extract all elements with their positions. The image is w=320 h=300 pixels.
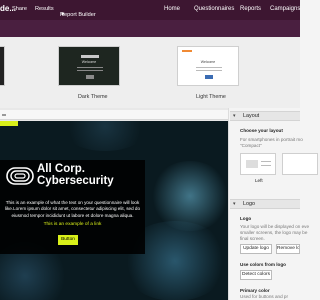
layout-option-label: Left: [255, 178, 263, 183]
accent-marker: [0, 121, 18, 126]
nav-reports[interactable]: Reports: [240, 6, 261, 12]
logo-description-2: smaller screens, the logo may be: [240, 230, 308, 235]
chevron-down-icon: ▾: [233, 201, 236, 207]
layout-description-2: "Compact": [240, 143, 262, 148]
thumbnail-button: [86, 75, 94, 79]
sub-navigation-bar: [0, 20, 300, 37]
theme-thumbnail-partial[interactable]: [0, 46, 5, 86]
layout-preview-block: [246, 160, 258, 168]
layout-section-header[interactable]: [230, 111, 300, 121]
thumbnail-text-line: [196, 67, 222, 68]
fingerprint-logo-icon: [6, 167, 34, 185]
thumbnail-logo: [182, 50, 192, 52]
logo-label: Logo: [240, 216, 252, 221]
layout-preview-line: [261, 161, 271, 162]
preview-link[interactable]: This is an example of a link: [0, 222, 145, 227]
chevron-down-icon: ▾: [233, 113, 236, 119]
logo-section-header[interactable]: [230, 199, 300, 209]
thumbnail-title: Welcome: [200, 60, 216, 64]
preview-toolbar: [0, 110, 228, 120]
logo-description-3: final screen.: [240, 236, 265, 241]
logo-description: Your logo will be displayed on eve: [240, 224, 310, 229]
theme-label-light: Light Theme: [196, 94, 226, 100]
nav-questionnaires[interactable]: Questionnaires: [194, 6, 234, 12]
theme-thumbnail-light[interactable]: Welcome: [177, 46, 239, 86]
detect-colors-button[interactable]: Detect colors: [240, 270, 272, 280]
layout-preview-line: [261, 165, 271, 166]
thumbnail-text-line: [196, 70, 222, 71]
layout-option-next[interactable]: [282, 153, 318, 175]
preview-button[interactable]: Button: [58, 235, 78, 245]
nav-campaigns[interactable]: Campaigns: [270, 6, 300, 12]
tab-results[interactable]: Results: [35, 6, 54, 12]
toolbar-handle-icon[interactable]: [2, 114, 6, 116]
update-logo-button[interactable]: Update logo: [240, 244, 272, 254]
preview-logo-text: All Corp. Cybersecurity: [37, 163, 114, 187]
primary-color-label: Primary color: [240, 288, 270, 293]
layout-option-left[interactable]: [240, 153, 276, 175]
logo-section-title: Logo: [243, 201, 255, 207]
theme-label-dark: Dark Theme: [78, 94, 108, 100]
thumbnail-logo: [81, 55, 99, 58]
theme-gallery: [0, 37, 300, 108]
layout-section-title: Layout: [243, 113, 260, 119]
logo-line-2: Cybersecurity: [37, 175, 114, 187]
preview-body-text: This is an example of what the text on y…: [4, 200, 141, 218]
primary-color-description: Used for buttons and pr: [240, 294, 289, 299]
nav-home[interactable]: Home: [164, 6, 180, 12]
chevron-down-icon: ▼: [60, 12, 66, 18]
thumbnail-button: [205, 75, 213, 79]
stage-light: [60, 121, 150, 151]
remove-logo-button[interactable]: Remove lo: [276, 244, 300, 254]
thumbnail-text-line: [77, 67, 103, 68]
tab-share[interactable]: Share: [12, 6, 27, 12]
use-colors-label: Use colors from logo: [240, 262, 286, 267]
choose-layout-label: Choose your layout: [240, 128, 283, 133]
thumbnail-title: Welcome: [81, 60, 97, 64]
layout-description: For smartphones in portrait mo: [240, 137, 303, 142]
theme-thumbnail-dark[interactable]: Welcome: [58, 46, 120, 86]
stage-light: [150, 161, 228, 231]
logo-line-1: All Corp.: [37, 163, 85, 175]
thumbnail-text-line: [77, 70, 103, 71]
